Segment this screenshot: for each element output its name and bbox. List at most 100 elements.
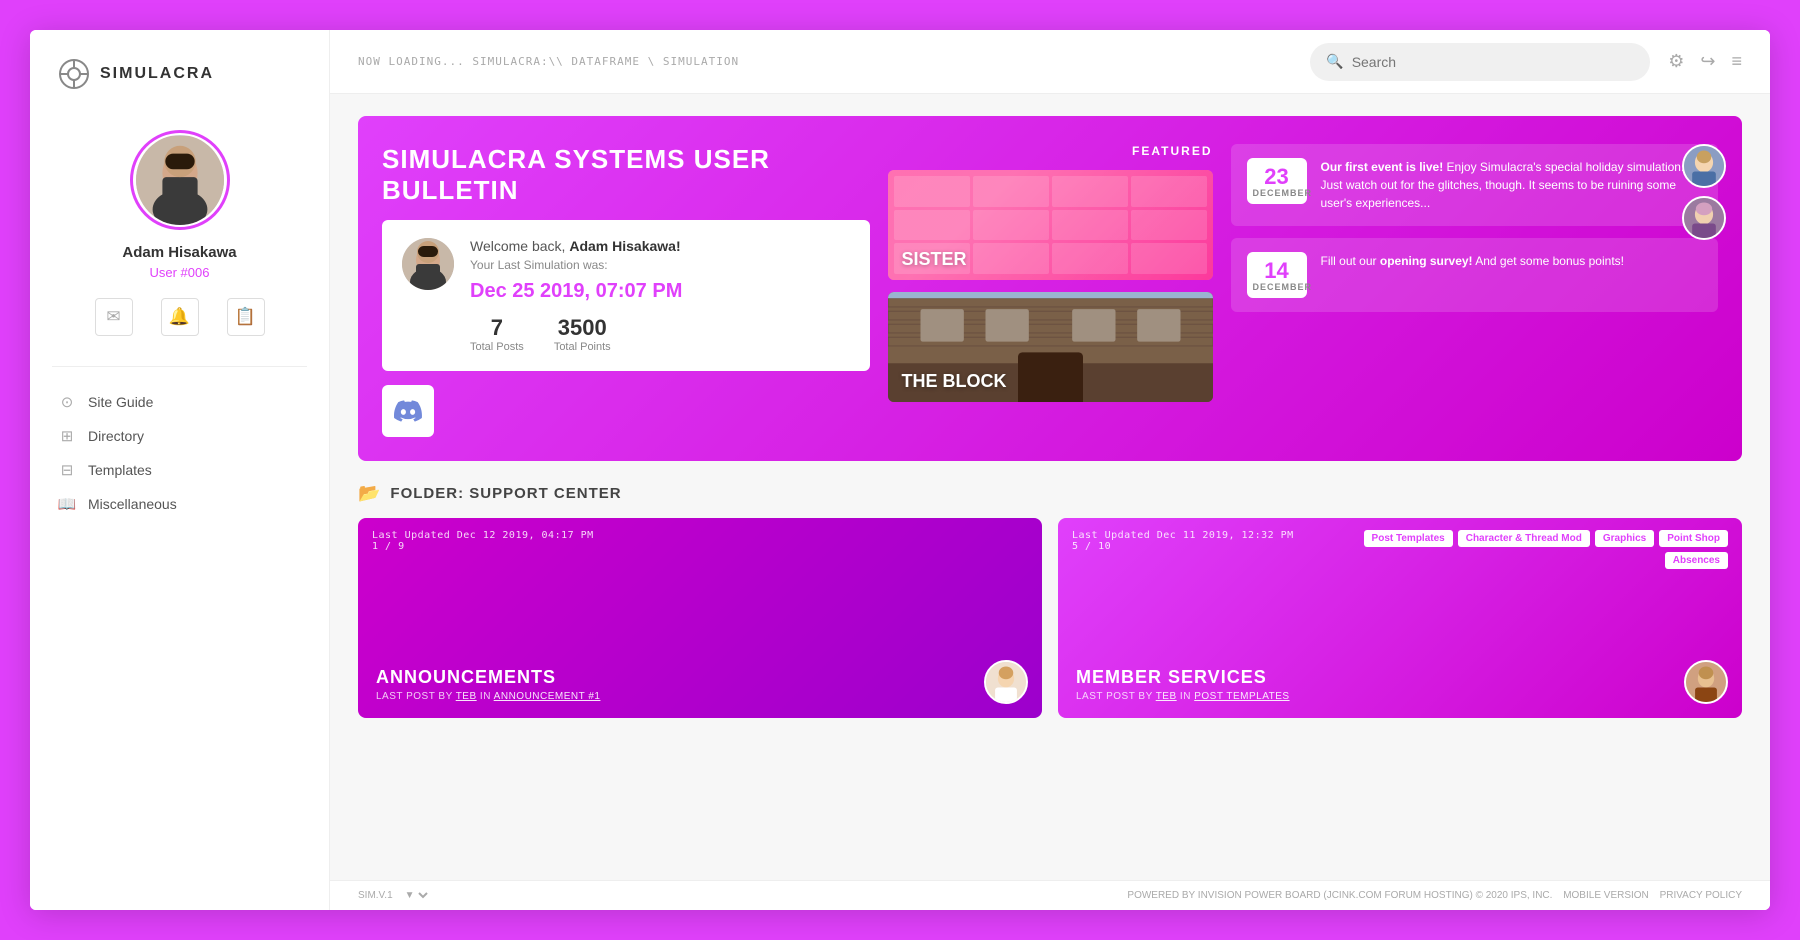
- footer-version-label: SIM.V.1: [358, 890, 393, 901]
- tag-character-thread-mod[interactable]: Character & Thread Mod: [1458, 530, 1590, 547]
- discord-button[interactable]: [382, 385, 434, 437]
- sidebar-item-label: Miscellaneous: [88, 496, 177, 512]
- logo-icon: [58, 58, 90, 90]
- sidebar-item-templates[interactable]: ⊟ Templates: [58, 453, 329, 487]
- misc-icon: 📖: [58, 495, 76, 513]
- bulletin-center: FEATURED SISTER: [888, 144, 1213, 437]
- bulletin-right: 23 DECEMBER Our first event is live! Enj…: [1231, 144, 1719, 437]
- folder-card-member-services-avatar: [1684, 660, 1728, 704]
- bulletin-mini-avatars: [1682, 144, 1726, 240]
- footer-version-select[interactable]: ▼: [401, 889, 431, 902]
- event-1-date-box: 23 DECEMBER: [1247, 158, 1307, 204]
- bulletin-left: SIMULACRA SYSTEMS USER BULLETIN: [382, 144, 870, 437]
- bulletin-board: SIMULACRA SYSTEMS USER BULLETIN: [358, 116, 1742, 461]
- folder-header: 📂 FOLDER: SUPPORT CENTER: [358, 483, 1742, 504]
- featured-label: FEATURED: [888, 144, 1213, 158]
- directory-icon: ⊞: [58, 427, 76, 445]
- event-2: 14 DECEMBER Fill out our opening survey!…: [1231, 238, 1719, 312]
- stat-points: 3500 Total Points: [554, 315, 611, 353]
- user-id: User #006: [150, 265, 210, 280]
- folder-card-announcements-title: ANNOUNCEMENTS: [376, 667, 1024, 688]
- templates-icon: ⊟: [58, 461, 76, 479]
- tag-point-shop[interactable]: Point Shop: [1659, 530, 1728, 547]
- event-1-date-month: DECEMBER: [1253, 188, 1301, 198]
- mail-icon[interactable]: ✉: [95, 298, 133, 336]
- folder-cards: Last Updated Dec 12 2019, 04:17 PM1 / 9 …: [358, 518, 1742, 718]
- main-content: NOW LOADING... SIMULACRA:\\ DATAFRAME \ …: [330, 30, 1770, 910]
- folder-icon: 📂: [358, 483, 380, 504]
- folder-card-member-services-meta: Last Updated Dec 11 2019, 12:32 PM5 / 10: [1072, 530, 1294, 552]
- bulletin-welcome: Welcome back, Adam Hisakawa!: [470, 238, 850, 254]
- logo: SIMULACRA: [30, 58, 214, 90]
- avatar-container: [130, 130, 230, 230]
- avatar: [130, 130, 230, 230]
- search-bar[interactable]: 🔍: [1310, 43, 1650, 81]
- breadcrumb: NOW LOADING... SIMULACRA:\\ DATAFRAME \ …: [358, 55, 1292, 68]
- folder-card-announcements-meta: Last Updated Dec 12 2019, 04:17 PM1 / 9: [372, 530, 594, 552]
- bulletin-avatar: [402, 238, 454, 290]
- sidebar-divider: [52, 366, 306, 367]
- event-1-text: Our first event is live! Enjoy Simulacra…: [1321, 158, 1703, 212]
- bell-icon[interactable]: 🔔: [161, 298, 199, 336]
- sidebar-nav: ⊙ Site Guide ⊞ Directory ⊟ Templates 📖 M…: [30, 385, 329, 521]
- search-input[interactable]: [1352, 54, 1635, 70]
- folder-card-announcements[interactable]: Last Updated Dec 12 2019, 04:17 PM1 / 9 …: [358, 518, 1042, 718]
- footer-credits: POWERED BY INVISION POWER BOARD (JCINK.C…: [1127, 890, 1552, 901]
- stat-posts-label: Total Posts: [470, 341, 524, 353]
- event-2-text: Fill out our opening survey! And get som…: [1321, 252, 1624, 270]
- logo-text: SIMULACRA: [100, 65, 214, 83]
- stat-points-value: 3500: [554, 315, 611, 341]
- tag-graphics[interactable]: Graphics: [1595, 530, 1654, 547]
- event-2-date-month: DECEMBER: [1253, 282, 1301, 292]
- event-2-date-num: 14: [1253, 260, 1301, 282]
- bulletin-user-info: Welcome back, Adam Hisakawa! Your Last S…: [470, 238, 850, 353]
- logout-icon[interactable]: ↪: [1700, 51, 1715, 72]
- folder-title: FOLDER: SUPPORT CENTER: [390, 485, 621, 502]
- user-name: Adam Hisakawa: [122, 244, 236, 261]
- featured-card-block[interactable]: THE BLOCK: [888, 292, 1213, 402]
- menu-icon[interactable]: ≡: [1731, 51, 1742, 72]
- member-services-last-post-user[interactable]: TEB: [1156, 691, 1177, 702]
- page-content: SIMULACRA SYSTEMS USER BULLETIN: [330, 94, 1770, 880]
- tag-post-templates[interactable]: Post Templates: [1364, 530, 1453, 547]
- bulletin-last-sim: Your Last Simulation was:: [470, 258, 850, 272]
- event-1-date-num: 23: [1253, 166, 1301, 188]
- sidebar: SIMULACRA Adam Hisakawa User #00: [30, 30, 330, 910]
- stat-posts: 7 Total Posts: [470, 315, 524, 353]
- sidebar-item-directory[interactable]: ⊞ Directory: [58, 419, 329, 453]
- topbar-actions: ⚙ ↪ ≡: [1668, 51, 1742, 72]
- folder-card-member-services-tags: Post Templates Character & Thread Mod Gr…: [1318, 530, 1728, 569]
- search-icon: 🔍: [1326, 53, 1343, 70]
- sidebar-item-label: Directory: [88, 428, 144, 444]
- tag-absences[interactable]: Absences: [1665, 552, 1728, 569]
- bookmark-icon[interactable]: 📋: [227, 298, 265, 336]
- folder-card-member-services-title: MEMBER SERVICES: [1076, 667, 1724, 688]
- bulletin-date: Dec 25 2019, 07:07 PM: [470, 280, 850, 303]
- sidebar-item-site-guide[interactable]: ⊙ Site Guide: [58, 385, 329, 419]
- member-services-last-post-thread[interactable]: POST TEMPLATES: [1194, 691, 1289, 702]
- featured-card-sister[interactable]: SISTER: [888, 170, 1213, 280]
- bulletin-stats: 7 Total Posts 3500 Total Points: [470, 315, 850, 353]
- bulletin-title: SIMULACRA SYSTEMS USER BULLETIN: [382, 144, 870, 206]
- footer-mobile-link[interactable]: MOBILE VERSION: [1563, 890, 1649, 901]
- sidebar-icon-group: ✉ 🔔 📋: [95, 298, 265, 336]
- folder-card-member-services[interactable]: Last Updated Dec 11 2019, 12:32 PM5 / 10…: [1058, 518, 1742, 718]
- sidebar-item-label: Templates: [88, 462, 152, 478]
- folder-card-announcements-lastpost: LAST POST BY TEB IN ANNOUNCEMENT #1: [376, 691, 1024, 702]
- footer-privacy-link[interactable]: PRIVACY POLICY: [1660, 890, 1742, 901]
- featured-card-block-label: THE BLOCK: [902, 371, 1007, 392]
- bulletin-user-card: Welcome back, Adam Hisakawa! Your Last S…: [382, 220, 870, 371]
- settings-icon[interactable]: ⚙: [1668, 51, 1684, 72]
- mini-avatar-2: [1682, 196, 1726, 240]
- event-2-date-box: 14 DECEMBER: [1247, 252, 1307, 298]
- folder-card-member-services-lastpost: LAST POST BY TEB IN POST TEMPLATES: [1076, 691, 1724, 702]
- sidebar-item-miscellaneous[interactable]: 📖 Miscellaneous: [58, 487, 329, 521]
- mini-avatar-1: [1682, 144, 1726, 188]
- announcements-last-post-thread[interactable]: ANNOUNCEMENT #1: [494, 691, 601, 702]
- folder-card-announcements-avatar: [984, 660, 1028, 704]
- stat-posts-value: 7: [470, 315, 524, 341]
- stat-points-label: Total Points: [554, 341, 611, 353]
- featured-card-sister-label: SISTER: [902, 249, 967, 270]
- topbar: NOW LOADING... SIMULACRA:\\ DATAFRAME \ …: [330, 30, 1770, 94]
- announcements-last-post-user[interactable]: TEB: [456, 691, 477, 702]
